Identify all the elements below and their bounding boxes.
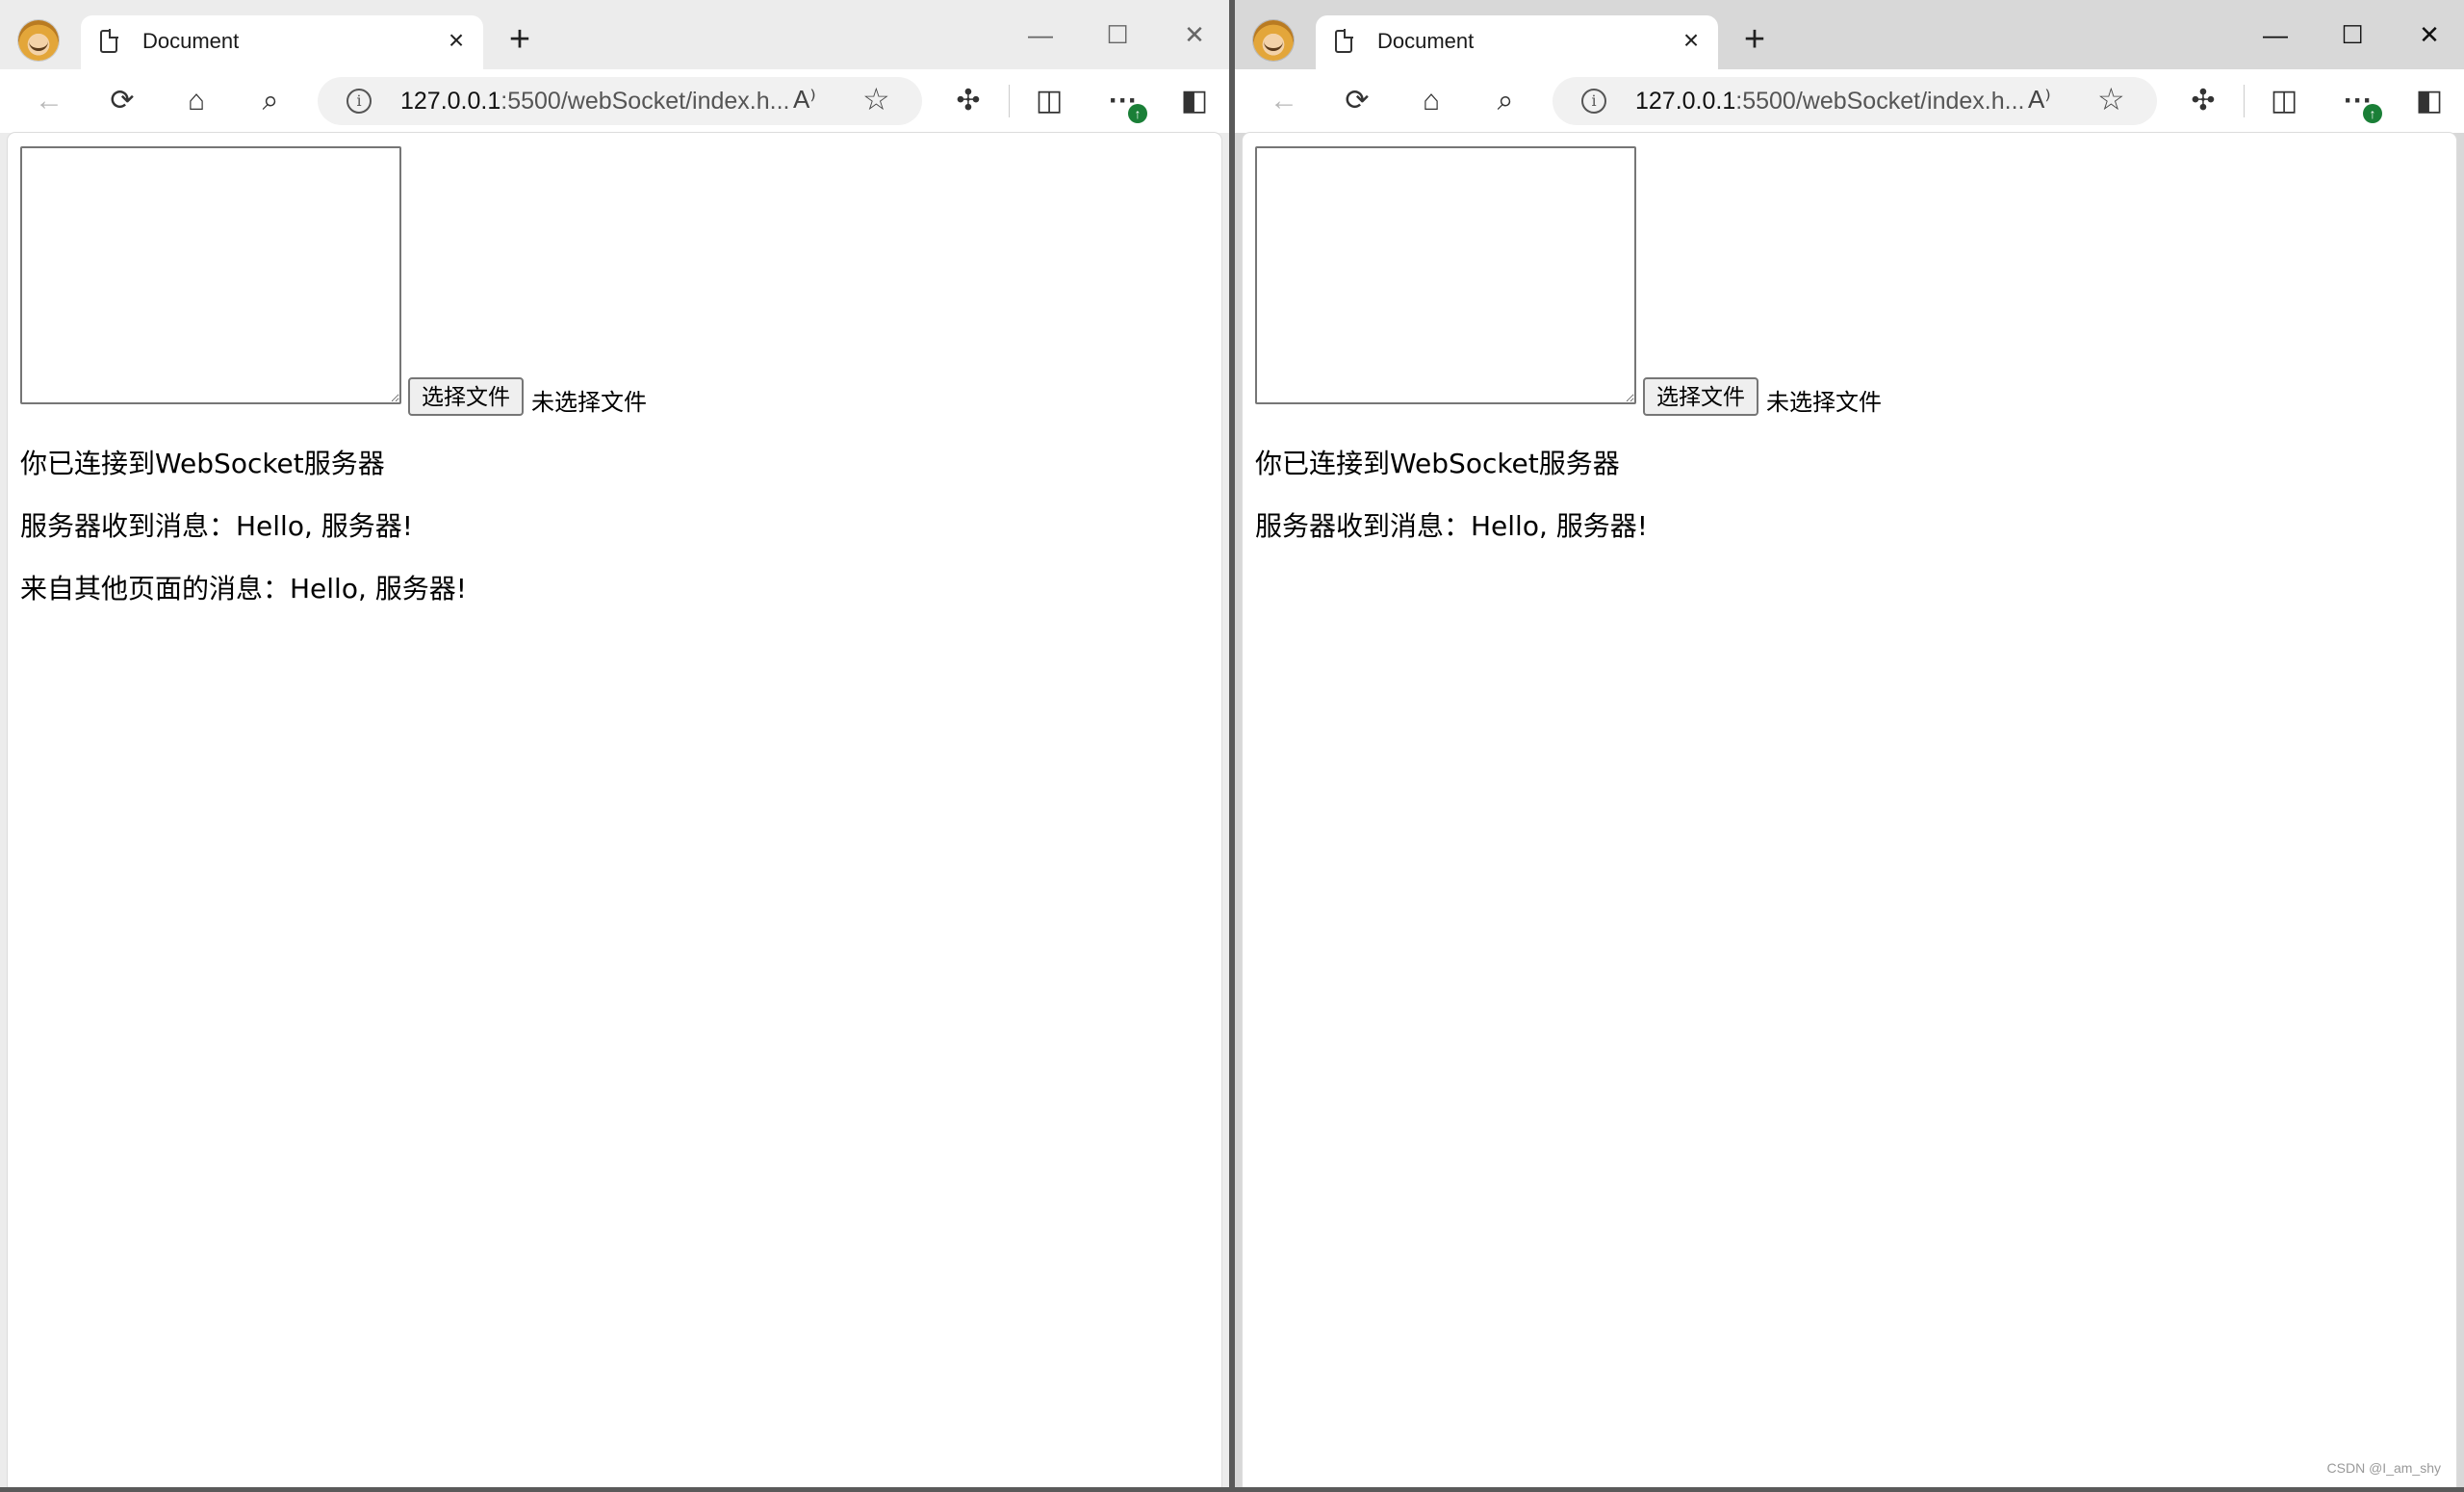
url-host: 127.0.0.1 [400,88,501,115]
minimize-button[interactable]: — [2246,12,2304,58]
message-textarea[interactable] [20,146,401,404]
minimize-button[interactable]: — [1012,12,1069,58]
browser-window-left: Document × + — ☐ ✕ ← ⟳ ⌂ ⌕ i 127.0.0.1:5… [0,0,1229,1487]
tab-title: Document [1377,29,1475,53]
page-content: 选择文件 未选择文件 你已连接到WebSocket服务器 服务器收到消息：Hel… [8,133,1221,1487]
favorite-star-icon[interactable]: ☆ [2097,81,2125,117]
profile-avatar[interactable] [18,20,59,61]
update-badge-icon: ↑ [1128,104,1147,123]
browser-toolbar: ← ⟳ ⌂ ⌕ i 127.0.0.1:5500/webSocket/index… [0,69,1229,133]
document-icon [1335,29,1353,53]
search-icon[interactable]: ⌕ [248,79,293,123]
address-bar[interactable]: i 127.0.0.1:5500/webSocket/index.h... A⁾… [318,77,922,125]
sidebar-toggle-icon[interactable]: ◧ [2407,79,2451,123]
message-line: 服务器收到消息：Hello, 服务器! [20,510,413,542]
site-info-icon[interactable]: i [346,89,372,114]
reload-icon[interactable]: ⟳ [1335,79,1379,123]
favorite-star-icon[interactable]: ☆ [862,81,890,117]
url-path: :5500/webSocket/index.h... [500,88,790,115]
toolbar-divider [2244,85,2245,117]
close-tab-icon[interactable]: × [441,25,472,56]
choose-file-button[interactable]: 选择文件 [408,377,524,416]
new-tab-button[interactable]: + [500,21,539,60]
maximize-button[interactable]: ☐ [2323,12,2381,58]
file-status-text: 未选择文件 [1766,389,1882,416]
tab-document[interactable]: Document × [1316,15,1718,69]
read-aloud-icon[interactable]: A⁾ [793,85,816,115]
update-badge-icon: ↑ [2363,104,2382,123]
document-icon [100,29,118,53]
url-text[interactable]: 127.0.0.1:5500/webSocket/index.h... [400,88,789,116]
message-line: 你已连接到WebSocket服务器 [1255,448,1620,479]
page-content: 选择文件 未选择文件 你已连接到WebSocket服务器 服务器收到消息：Hel… [1243,133,2456,1487]
sidebar-toggle-icon[interactable]: ◧ [1172,79,1217,123]
address-bar[interactable]: i 127.0.0.1:5500/webSocket/index.h... A⁾… [1553,77,2157,125]
back-arrow-icon[interactable]: ← [27,79,71,123]
url-text[interactable]: 127.0.0.1:5500/webSocket/index.h... [1635,88,2024,116]
close-window-button[interactable]: ✕ [2400,12,2458,58]
close-tab-icon[interactable]: × [1676,25,1707,56]
split-screen-icon[interactable]: ◫ [2262,79,2306,123]
url-host: 127.0.0.1 [1635,88,1736,115]
more-menu-icon[interactable]: ··· ↑ [2336,79,2382,123]
extensions-icon[interactable]: ✣ [946,79,990,123]
split-screen-icon[interactable]: ◫ [1027,79,1071,123]
home-icon[interactable]: ⌂ [174,79,218,123]
browser-window-right: Document × + — ☐ ✕ ← ⟳ ⌂ ⌕ i 127.0.0.1:5… [1235,0,2464,1487]
close-window-button[interactable]: ✕ [1166,12,1223,58]
message-line: 服务器收到消息：Hello, 服务器! [1255,510,1648,542]
maximize-button[interactable]: ☐ [1089,12,1146,58]
tab-bar: Document × + — ☐ ✕ [1235,0,2464,69]
tab-document[interactable]: Document × [81,15,483,69]
site-info-icon[interactable]: i [1581,89,1606,114]
message-line: 你已连接到WebSocket服务器 [20,448,385,479]
toolbar-divider [1009,85,1010,117]
browser-toolbar: ← ⟳ ⌂ ⌕ i 127.0.0.1:5500/webSocket/index… [1235,69,2464,133]
extensions-icon[interactable]: ✣ [2181,79,2225,123]
url-path: :5500/webSocket/index.h... [1735,88,2025,115]
back-arrow-icon[interactable]: ← [1262,79,1306,123]
file-status-text: 未选择文件 [531,389,647,416]
watermark: CSDN @I_am_shy [2326,1460,2441,1476]
choose-file-button[interactable]: 选择文件 [1643,377,1758,416]
tab-bar: Document × + — ☐ ✕ [0,0,1229,69]
home-icon[interactable]: ⌂ [1409,79,1453,123]
message-textarea[interactable] [1255,146,1636,404]
message-line: 来自其他页面的消息：Hello, 服务器! [20,573,467,605]
search-icon[interactable]: ⌕ [1483,79,1527,123]
new-tab-button[interactable]: + [1735,21,1774,60]
profile-avatar[interactable] [1253,20,1294,61]
tab-title: Document [142,29,240,53]
more-menu-icon[interactable]: ··· ↑ [1101,79,1147,123]
read-aloud-icon[interactable]: A⁾ [2028,85,2051,115]
reload-icon[interactable]: ⟳ [100,79,144,123]
